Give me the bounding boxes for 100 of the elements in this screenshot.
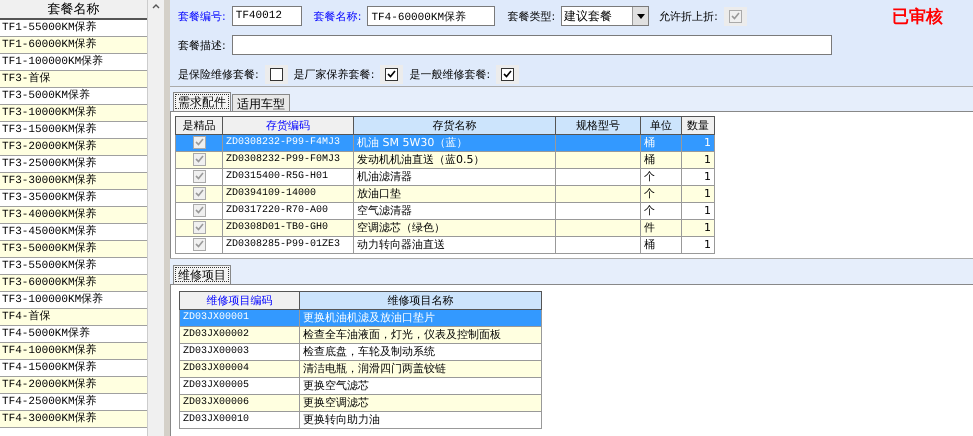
checkbox-label: 是保险维修套餐: [178, 66, 259, 82]
table-cell: 动力转向器油直送 [354, 236, 556, 254]
field-label: 套餐编号: [178, 8, 226, 24]
table-cell: ZD0308D01-TB0-GH0 [222, 219, 354, 236]
package-list-item[interactable]: TF3-20000KM保养 [0, 139, 147, 156]
table-cell: 检查底盘，车轮及制动系统 [300, 343, 542, 360]
checkbox-label: 是厂家保养套餐: [294, 66, 374, 82]
package-list-item[interactable]: TF3-30000KM保养 [0, 173, 147, 190]
column-header[interactable]: 维修项目名称 [300, 291, 542, 310]
package-list-item[interactable]: TF4-15000KM保养 [0, 360, 147, 377]
package-list-item[interactable]: TF1-55000KM保养 [0, 20, 147, 37]
table-cell: 空气滤清器 [354, 202, 556, 220]
package-list-item[interactable]: TF3-100000KM保养 [0, 292, 147, 309]
table-cell: 机油滤清器 [354, 168, 556, 186]
checkbox-label: 是一般维修套餐: [409, 66, 490, 82]
premium-checkbox[interactable] [192, 238, 206, 251]
column-header[interactable]: 套餐名称 [0, 0, 147, 20]
column-header[interactable]: 单位 [640, 116, 682, 134]
column-header[interactable]: 存货名称 [354, 116, 556, 134]
table-cell: 检查全车油液面，灯光，仪表及控制面板 [300, 326, 542, 344]
table-cell: 桶 [640, 151, 682, 168]
table-cell: ZD03JX00004 [180, 360, 300, 378]
table-cell: 1 [682, 185, 714, 202]
checkbox[interactable] [270, 68, 283, 80]
package-list-item[interactable]: TF3-60000KM保养 [0, 275, 147, 292]
field-label: 允许折上折: [659, 8, 718, 24]
package-type-dropdown[interactable]: 建议套餐 [561, 6, 650, 26]
table-cell: 更换转向助力油 [300, 411, 542, 428]
column-header[interactable]: 数量 [682, 116, 714, 134]
table-cell: 1 [682, 151, 714, 168]
description-field[interactable] [232, 35, 832, 55]
package-list-item[interactable]: TF4-25000KM保养 [0, 394, 147, 411]
package-list-item[interactable]: TF4-首保 [0, 309, 147, 326]
premium-checkbox[interactable] [192, 186, 206, 200]
package-list-item[interactable]: TF1-60000KM保养 [0, 37, 147, 54]
table-cell: 1 [682, 134, 714, 152]
table-cell: ZD03JX00001 [180, 309, 300, 326]
package-code-field[interactable]: TF40012 [232, 6, 302, 26]
table-cell: 1 [682, 219, 714, 236]
package-list-item[interactable]: TF3-25000KM保养 [0, 156, 147, 173]
table-cell: 1 [682, 236, 714, 254]
table-cell: ZD0308232-P99-F4MJ3 [222, 134, 354, 152]
table-cell: ZD03JX00010 [180, 411, 300, 428]
premium-checkbox[interactable] [192, 136, 206, 149]
table-cell: 更换空调滤芯 [300, 394, 542, 412]
table-cell: ZD03JX00006 [180, 394, 300, 412]
tab[interactable]: 需求配件 [173, 92, 231, 111]
scroll-up-icon[interactable] [152, 4, 160, 9]
table-cell: 个 [640, 168, 682, 186]
premium-checkbox[interactable] [192, 170, 206, 183]
premium-checkbox[interactable] [192, 220, 206, 234]
table-cell: ZD03JX00002 [180, 326, 300, 344]
tab[interactable]: 维修项目 [173, 264, 231, 284]
package-name-field[interactable]: TF4-60000KM保养 [367, 6, 496, 26]
package-list-item[interactable]: TF4-10000KM保养 [0, 343, 147, 360]
status-label: 已审核 [892, 6, 943, 28]
column-header[interactable]: 维修项目编码 [180, 291, 300, 310]
discount-checkbox[interactable] [728, 10, 742, 22]
table-cell: 件 [640, 219, 682, 236]
package-list-item[interactable]: TF3-5000KM保养 [0, 88, 147, 105]
table-cell: ZD0394109-14000 [222, 185, 354, 202]
column-header[interactable]: 是精品 [176, 116, 222, 134]
package-list-item[interactable]: TF3-首保 [0, 71, 147, 88]
checkbox[interactable] [501, 68, 514, 80]
column-header[interactable]: 存货编码 [222, 116, 354, 134]
table-cell: 1 [682, 202, 714, 220]
column-header[interactable]: 规格型号 [556, 116, 640, 134]
package-list-item[interactable]: TF3-55000KM保养 [0, 258, 147, 275]
package-list-item[interactable]: TF4-30000KM保养 [0, 411, 147, 428]
table-cell: 空调滤芯（绿色） [354, 219, 556, 236]
table-cell: ZD0308232-P99-F0MJ3 [222, 151, 354, 168]
table-cell: ZD0315400-R5G-H01 [222, 168, 354, 186]
package-list-item[interactable]: TF4-20000KM保养 [0, 377, 147, 394]
package-list-item[interactable]: TF4-5000KM保养 [0, 326, 147, 343]
premium-checkbox[interactable] [192, 152, 206, 166]
table-cell: 机油 SM 5W30（蓝） [354, 134, 556, 152]
table-cell: 1 [682, 168, 714, 186]
package-list-item[interactable]: TF3-45000KM保养 [0, 224, 147, 241]
field-label: 套餐名称: [314, 8, 362, 24]
table-cell: 桶 [640, 236, 682, 254]
table-cell: 放油口垫 [354, 185, 556, 202]
table-cell: 发动机机油直送（蓝0.5） [354, 151, 556, 168]
field-label: 套餐描述: [178, 38, 226, 52]
package-list-item[interactable]: TF3-15000KM保养 [0, 122, 147, 139]
table-cell: 更换机油机滤及放油口垫片 [300, 309, 542, 326]
table-cell: ZD03JX00003 [180, 343, 300, 360]
package-list-item[interactable]: TF3-40000KM保养 [0, 207, 147, 224]
package-list-item[interactable]: TF3-50000KM保养 [0, 241, 147, 258]
table-cell: ZD0308285-P99-01ZE3 [222, 236, 354, 254]
table-cell: ZD03JX00005 [180, 377, 300, 394]
checkbox[interactable] [385, 68, 398, 80]
package-list-item[interactable]: TF3-35000KM保养 [0, 190, 147, 207]
tab[interactable]: 适用车型 [232, 94, 290, 111]
table-cell: 个 [640, 202, 682, 220]
package-list-item[interactable]: TF3-10000KM保养 [0, 105, 147, 122]
field-label: 套餐类型: [507, 8, 556, 24]
package-list-item[interactable]: TF1-100000KM保养 [0, 54, 147, 71]
table-cell: ZD0317220-R70-A00 [222, 202, 354, 220]
table-cell: 桶 [640, 134, 682, 152]
premium-checkbox[interactable] [192, 204, 206, 217]
